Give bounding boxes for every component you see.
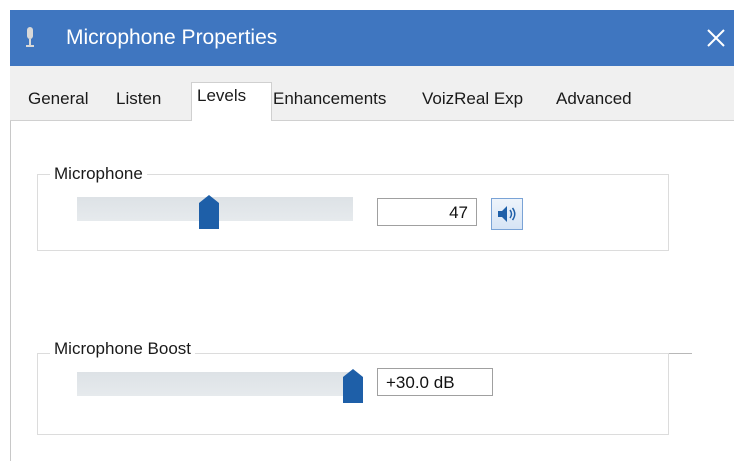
tab-general[interactable]: General xyxy=(28,88,88,110)
microphone-level-field[interactable]: 47 xyxy=(377,198,477,226)
tab-strip: General Listen Levels Enhancements VoizR… xyxy=(10,66,734,122)
boost-slider-track[interactable] xyxy=(77,372,353,396)
close-icon xyxy=(707,29,725,47)
tab-listen[interactable]: Listen xyxy=(116,88,161,110)
microphone-icon xyxy=(26,27,34,47)
boost-level-field[interactable]: +30.0 dB xyxy=(377,368,493,396)
tab-levels[interactable]: Levels xyxy=(197,85,246,107)
levels-panel: Microphone 47 Microphone Boost +30.0 dB xyxy=(10,121,734,461)
speaker-icon xyxy=(498,206,516,222)
close-button[interactable] xyxy=(686,10,734,66)
tab-voizreal-exp[interactable]: VoizReal Exp xyxy=(422,88,523,110)
boost-slider-thumb[interactable] xyxy=(343,369,363,403)
mute-button[interactable] xyxy=(491,198,523,230)
microphone-level-value: 47 xyxy=(449,203,468,222)
microphone-label: Microphone xyxy=(50,164,147,184)
microphone-slider-thumb[interactable] xyxy=(199,195,219,229)
title-bar: Microphone Properties xyxy=(10,10,734,66)
tab-enhancements[interactable]: Enhancements xyxy=(273,88,386,110)
window-title: Microphone Properties xyxy=(66,26,278,49)
tab-advanced[interactable]: Advanced xyxy=(556,88,632,110)
dialog-body: General Listen Levels Enhancements VoizR… xyxy=(10,66,734,461)
boost-level-value: +30.0 dB xyxy=(386,373,455,392)
microphone-boost-label: Microphone Boost xyxy=(50,339,196,359)
